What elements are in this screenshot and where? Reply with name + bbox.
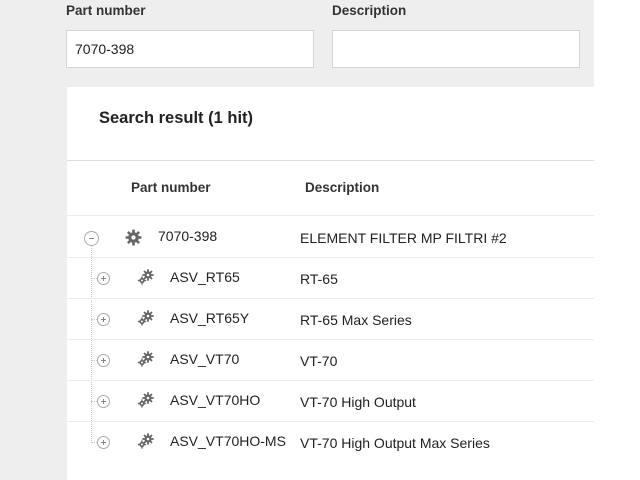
column-header-description[interactable]: Description	[305, 180, 379, 195]
description-cell: ELEMENT FILTER MP FILTRI #2	[300, 230, 507, 246]
result-row[interactable]: ASV_VT70HO VT-70 High Output	[67, 381, 594, 422]
gear-icon	[125, 229, 142, 251]
gears-icon	[137, 269, 155, 290]
part-number-label: Part number	[66, 3, 146, 18]
header-divider	[67, 160, 594, 161]
description-cell: RT-65	[300, 271, 338, 287]
description-cell: VT-70 High Output	[300, 394, 416, 410]
description-label: Description	[332, 3, 407, 18]
search-results-card: Search result (1 hit) Part number Descri…	[67, 87, 594, 480]
collapse-icon[interactable]	[84, 231, 99, 246]
expand-icon[interactable]	[97, 272, 110, 285]
description-cell: VT-70 High Output Max Series	[300, 435, 490, 451]
expand-icon[interactable]	[97, 395, 110, 408]
gears-icon	[137, 433, 155, 454]
part-number-cell[interactable]: ASV_VT70HO	[170, 392, 260, 408]
result-row[interactable]: ASV_VT70HO-MS VT-70 High Output Max Serie…	[67, 422, 594, 463]
part-number-cell[interactable]: ASV_RT65	[170, 269, 240, 285]
column-divider	[67, 215, 594, 216]
description-input[interactable]	[332, 30, 580, 68]
result-row[interactable]: ASV_RT65 RT-65	[67, 258, 594, 299]
expand-icon[interactable]	[97, 313, 110, 326]
results-title: Search result (1 hit)	[99, 109, 254, 127]
part-number-cell[interactable]: ASV_RT65Y	[170, 310, 249, 326]
expand-icon[interactable]	[97, 354, 110, 367]
part-number-cell[interactable]: ASV_VT70HO-MS	[170, 433, 286, 449]
part-number-cell[interactable]: 7070-398	[158, 228, 217, 244]
gears-icon	[137, 392, 155, 413]
part-number-cell[interactable]: ASV_VT70	[170, 351, 239, 367]
gears-icon	[137, 351, 155, 372]
part-number-input[interactable]	[66, 30, 314, 68]
result-row[interactable]: ASV_VT70 VT-70	[67, 340, 594, 381]
expand-icon[interactable]	[97, 436, 110, 449]
gears-icon	[137, 310, 155, 331]
column-header-part-number[interactable]: Part number	[131, 180, 211, 195]
result-row[interactable]: ASV_RT65Y RT-65 Max Series	[67, 299, 594, 340]
description-cell: VT-70	[300, 353, 338, 369]
result-row-parent[interactable]: 7070-398 ELEMENT FILTER MP FILTRI #2	[67, 217, 594, 258]
description-cell: RT-65 Max Series	[300, 312, 412, 328]
